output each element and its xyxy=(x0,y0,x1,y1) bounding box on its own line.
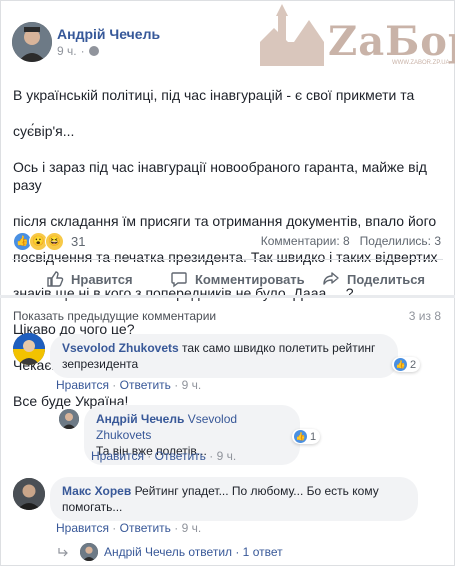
shares-count[interactable]: Поделились: 3 xyxy=(360,234,441,248)
reply-likes[interactable]: 👍 1 xyxy=(292,429,321,444)
comment-like-link[interactable]: Нравится xyxy=(56,378,109,392)
reactions-summary[interactable]: 👍 😮 😆 31 xyxy=(13,232,85,251)
comments-count[interactable]: Комментарии: 8 xyxy=(261,234,350,248)
reply-like-count: 1 xyxy=(310,430,317,443)
comment-bubble: Макс Хорев Рейтинг упадет... По любому..… xyxy=(50,477,418,521)
comment-actions: Нравится · Ответить · 9 ч. xyxy=(56,378,202,392)
like-button[interactable]: Нравится xyxy=(46,270,133,288)
comment-likes[interactable]: 👍 2 xyxy=(392,357,421,372)
watermark-site: WWW.ZABOR.ZP.UA xyxy=(392,60,450,66)
comment-author[interactable]: Vsevolod Zhukovets xyxy=(62,341,179,355)
post-line: після складання їм присяги та отримання … xyxy=(13,213,437,229)
comment-button-label: Комментировать xyxy=(195,271,305,287)
reaction-count[interactable]: 31 xyxy=(71,234,85,249)
haha-reaction-icon: 😆 xyxy=(45,232,64,251)
comments-pager: 3 из 8 xyxy=(408,309,441,323)
share-icon xyxy=(323,272,339,285)
like-badge-icon: 👍 xyxy=(394,358,407,371)
commenter-avatar[interactable] xyxy=(13,478,45,510)
watermark-text: ZaБор xyxy=(328,18,455,65)
share-button-label: Поделиться xyxy=(347,271,426,287)
replier-avatar[interactable] xyxy=(80,543,98,561)
commenter-avatar[interactable] xyxy=(13,333,45,365)
comment-icon xyxy=(171,272,187,288)
reply-author-avatar[interactable] xyxy=(59,409,79,429)
view-replies-link[interactable]: Андрій Чечель ответил · 1 ответ xyxy=(104,545,283,559)
comment-time[interactable]: 9 ч. xyxy=(182,521,202,535)
author-avatar[interactable] xyxy=(12,22,52,62)
comment-actions: Нравится · Ответить · 9 ч. xyxy=(56,521,202,535)
separator: · xyxy=(80,44,85,58)
reply-time[interactable]: 9 ч. xyxy=(217,449,237,463)
comment-like-count: 2 xyxy=(410,358,417,371)
section-divider xyxy=(0,295,455,298)
reply-author[interactable]: Андрій Чечель xyxy=(96,412,184,426)
show-previous-comments-link[interactable]: Показать предыдущие комментарии xyxy=(13,309,216,323)
thumbs-up-icon xyxy=(47,271,64,287)
reply-arrow-icon xyxy=(58,548,68,557)
comment-time[interactable]: 9 ч. xyxy=(182,378,202,392)
post-meta: 9 ч. · xyxy=(57,44,99,58)
reply-like-link[interactable]: Нравится xyxy=(91,449,144,463)
post-line: сує́вір'я... xyxy=(13,123,75,139)
comment-author[interactable]: Макс Хорев xyxy=(62,484,131,498)
like-button-label: Нравится xyxy=(71,271,133,287)
post-counts: Комментарии: 8 Поделились: 3 xyxy=(261,234,441,248)
divider xyxy=(12,259,443,260)
reply-actions: Нравится · Ответить · 9 ч. xyxy=(91,449,237,463)
share-button[interactable]: Поделиться xyxy=(322,270,425,288)
reply-reply-link[interactable]: Ответить xyxy=(155,449,206,463)
comment-reply-link[interactable]: Ответить xyxy=(120,378,171,392)
post-line: В українській політиці, під час інавгура… xyxy=(13,87,415,103)
comment-like-link[interactable]: Нравится xyxy=(56,521,109,535)
comment-bubble: Vsevolod Zhukovets так само швидко полет… xyxy=(50,334,398,378)
like-badge-icon: 👍 xyxy=(294,430,307,443)
globe-icon[interactable] xyxy=(88,46,99,56)
comment-reply-link[interactable]: Ответить xyxy=(120,521,171,535)
post-line: Ось і зараз під час інавгурації новообра… xyxy=(13,159,427,193)
post-author-name[interactable]: Андрій Чечель xyxy=(57,26,160,42)
comment-button[interactable]: Комментировать xyxy=(170,270,305,288)
post-time[interactable]: 9 ч. xyxy=(57,44,77,58)
